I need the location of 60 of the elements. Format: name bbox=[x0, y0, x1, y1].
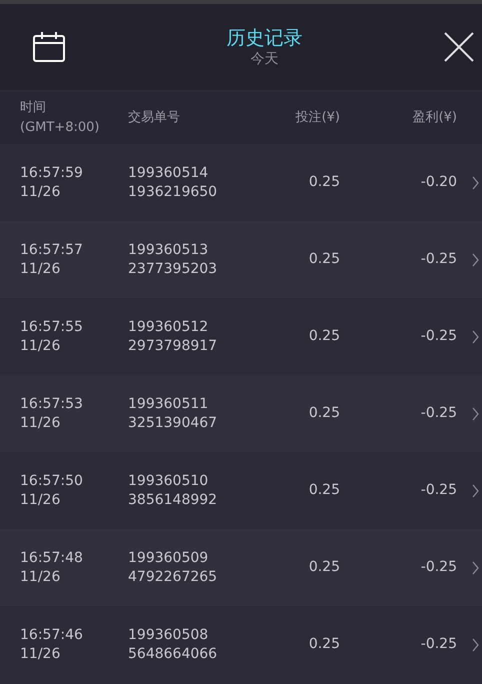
chevron-right-icon bbox=[472, 560, 479, 574]
table-cell-text: 16:57:53 bbox=[20, 394, 84, 414]
column-header: 交易单号 bbox=[127, 109, 181, 127]
column-header: 盈利(¥) bbox=[412, 109, 457, 127]
column-header: 投注(¥) bbox=[294, 109, 340, 127]
close-icon[interactable] bbox=[444, 32, 474, 62]
table-cell: 0.25 bbox=[308, 327, 340, 346]
table-cell: -0.20 bbox=[420, 173, 457, 192]
table-cell: 0.25 bbox=[308, 481, 340, 500]
table-cell-text: 199360513 bbox=[128, 240, 210, 260]
table-cell: -0.25 bbox=[420, 250, 457, 269]
window-title: 历史记录 bbox=[226, 26, 302, 50]
chevron-right-icon bbox=[472, 406, 479, 420]
table-cell-text: 16:57:48 bbox=[20, 548, 84, 568]
table-cell-text: 16:57:46 bbox=[20, 626, 84, 644]
table-cell-text: 2973798917 bbox=[128, 336, 218, 356]
table-cell: -0.25 bbox=[420, 404, 457, 423]
table-cell-text: 16:57:50 bbox=[20, 472, 84, 490]
table-cell-text: 16:57:59 bbox=[20, 164, 84, 182]
table-cell-text: 199360512 bbox=[128, 318, 210, 336]
chevron-right-icon bbox=[472, 330, 479, 344]
table-cell-text: 199360510 bbox=[128, 472, 210, 490]
table-row[interactable]: 16:57:53 11/26 199360511 3251390467 0.25 -0.25 bbox=[0, 375, 482, 452]
table-cell-text: 3251390467 bbox=[128, 414, 218, 432]
table-cell: 0.25 bbox=[308, 558, 340, 577]
table-cell-text: 11/26 bbox=[20, 260, 62, 278]
chevron-right-icon bbox=[472, 484, 479, 498]
table-cell-text: 199360508 bbox=[128, 626, 210, 644]
table-cell-text: 3856148992 bbox=[128, 490, 218, 510]
table-cell: 0.25 bbox=[308, 250, 340, 269]
table-cell-text: 199360511 bbox=[128, 394, 210, 414]
table-cell-text: 11/26 bbox=[20, 336, 62, 356]
table-cell-text: 11/26 bbox=[20, 414, 62, 432]
table-cell: -0.25 bbox=[420, 327, 457, 346]
chevron-right-icon bbox=[472, 176, 479, 190]
table-cell-text: 11/26 bbox=[20, 568, 62, 586]
calendar-icon[interactable] bbox=[33, 32, 65, 62]
chevron-right-icon bbox=[472, 638, 479, 652]
table-cell: 0.25 bbox=[308, 635, 340, 654]
table-cell-text: 5648664066 bbox=[128, 644, 218, 664]
chevron-right-icon bbox=[472, 252, 479, 266]
table-cell-text: 11/26 bbox=[20, 182, 62, 202]
table-cell-text: 2377395203 bbox=[128, 260, 218, 278]
date-filter-label: 今天 bbox=[250, 50, 278, 68]
table-cell-text: 4792267265 bbox=[128, 568, 218, 586]
table-cell-text: 16:57:55 bbox=[20, 318, 84, 336]
table-cell-text: 199360509 bbox=[128, 548, 210, 568]
table-cell-text: 199360514 bbox=[128, 164, 210, 182]
table-cell: -0.25 bbox=[420, 558, 457, 577]
table-cell-text: 1936219650 bbox=[128, 182, 218, 202]
table-cell-text: 16:57:57 bbox=[20, 240, 84, 260]
table-row[interactable]: 16:57:48 11/26 199360509 4792267265 0.25 -0.25 bbox=[0, 529, 482, 606]
table-cell-text: 11/26 bbox=[20, 490, 62, 510]
table-cell: -0.25 bbox=[420, 481, 457, 500]
table-cell: 0.25 bbox=[308, 404, 340, 423]
column-header: 时间 (GMT+8:00) bbox=[19, 99, 100, 137]
table-cell: 0.25 bbox=[308, 173, 340, 192]
table-row[interactable]: 16:57:57 11/26 199360513 2377395203 0.25 -0.25 bbox=[0, 221, 482, 298]
table-cell-text: 11/26 bbox=[20, 644, 62, 664]
table-cell: -0.25 bbox=[420, 635, 457, 654]
